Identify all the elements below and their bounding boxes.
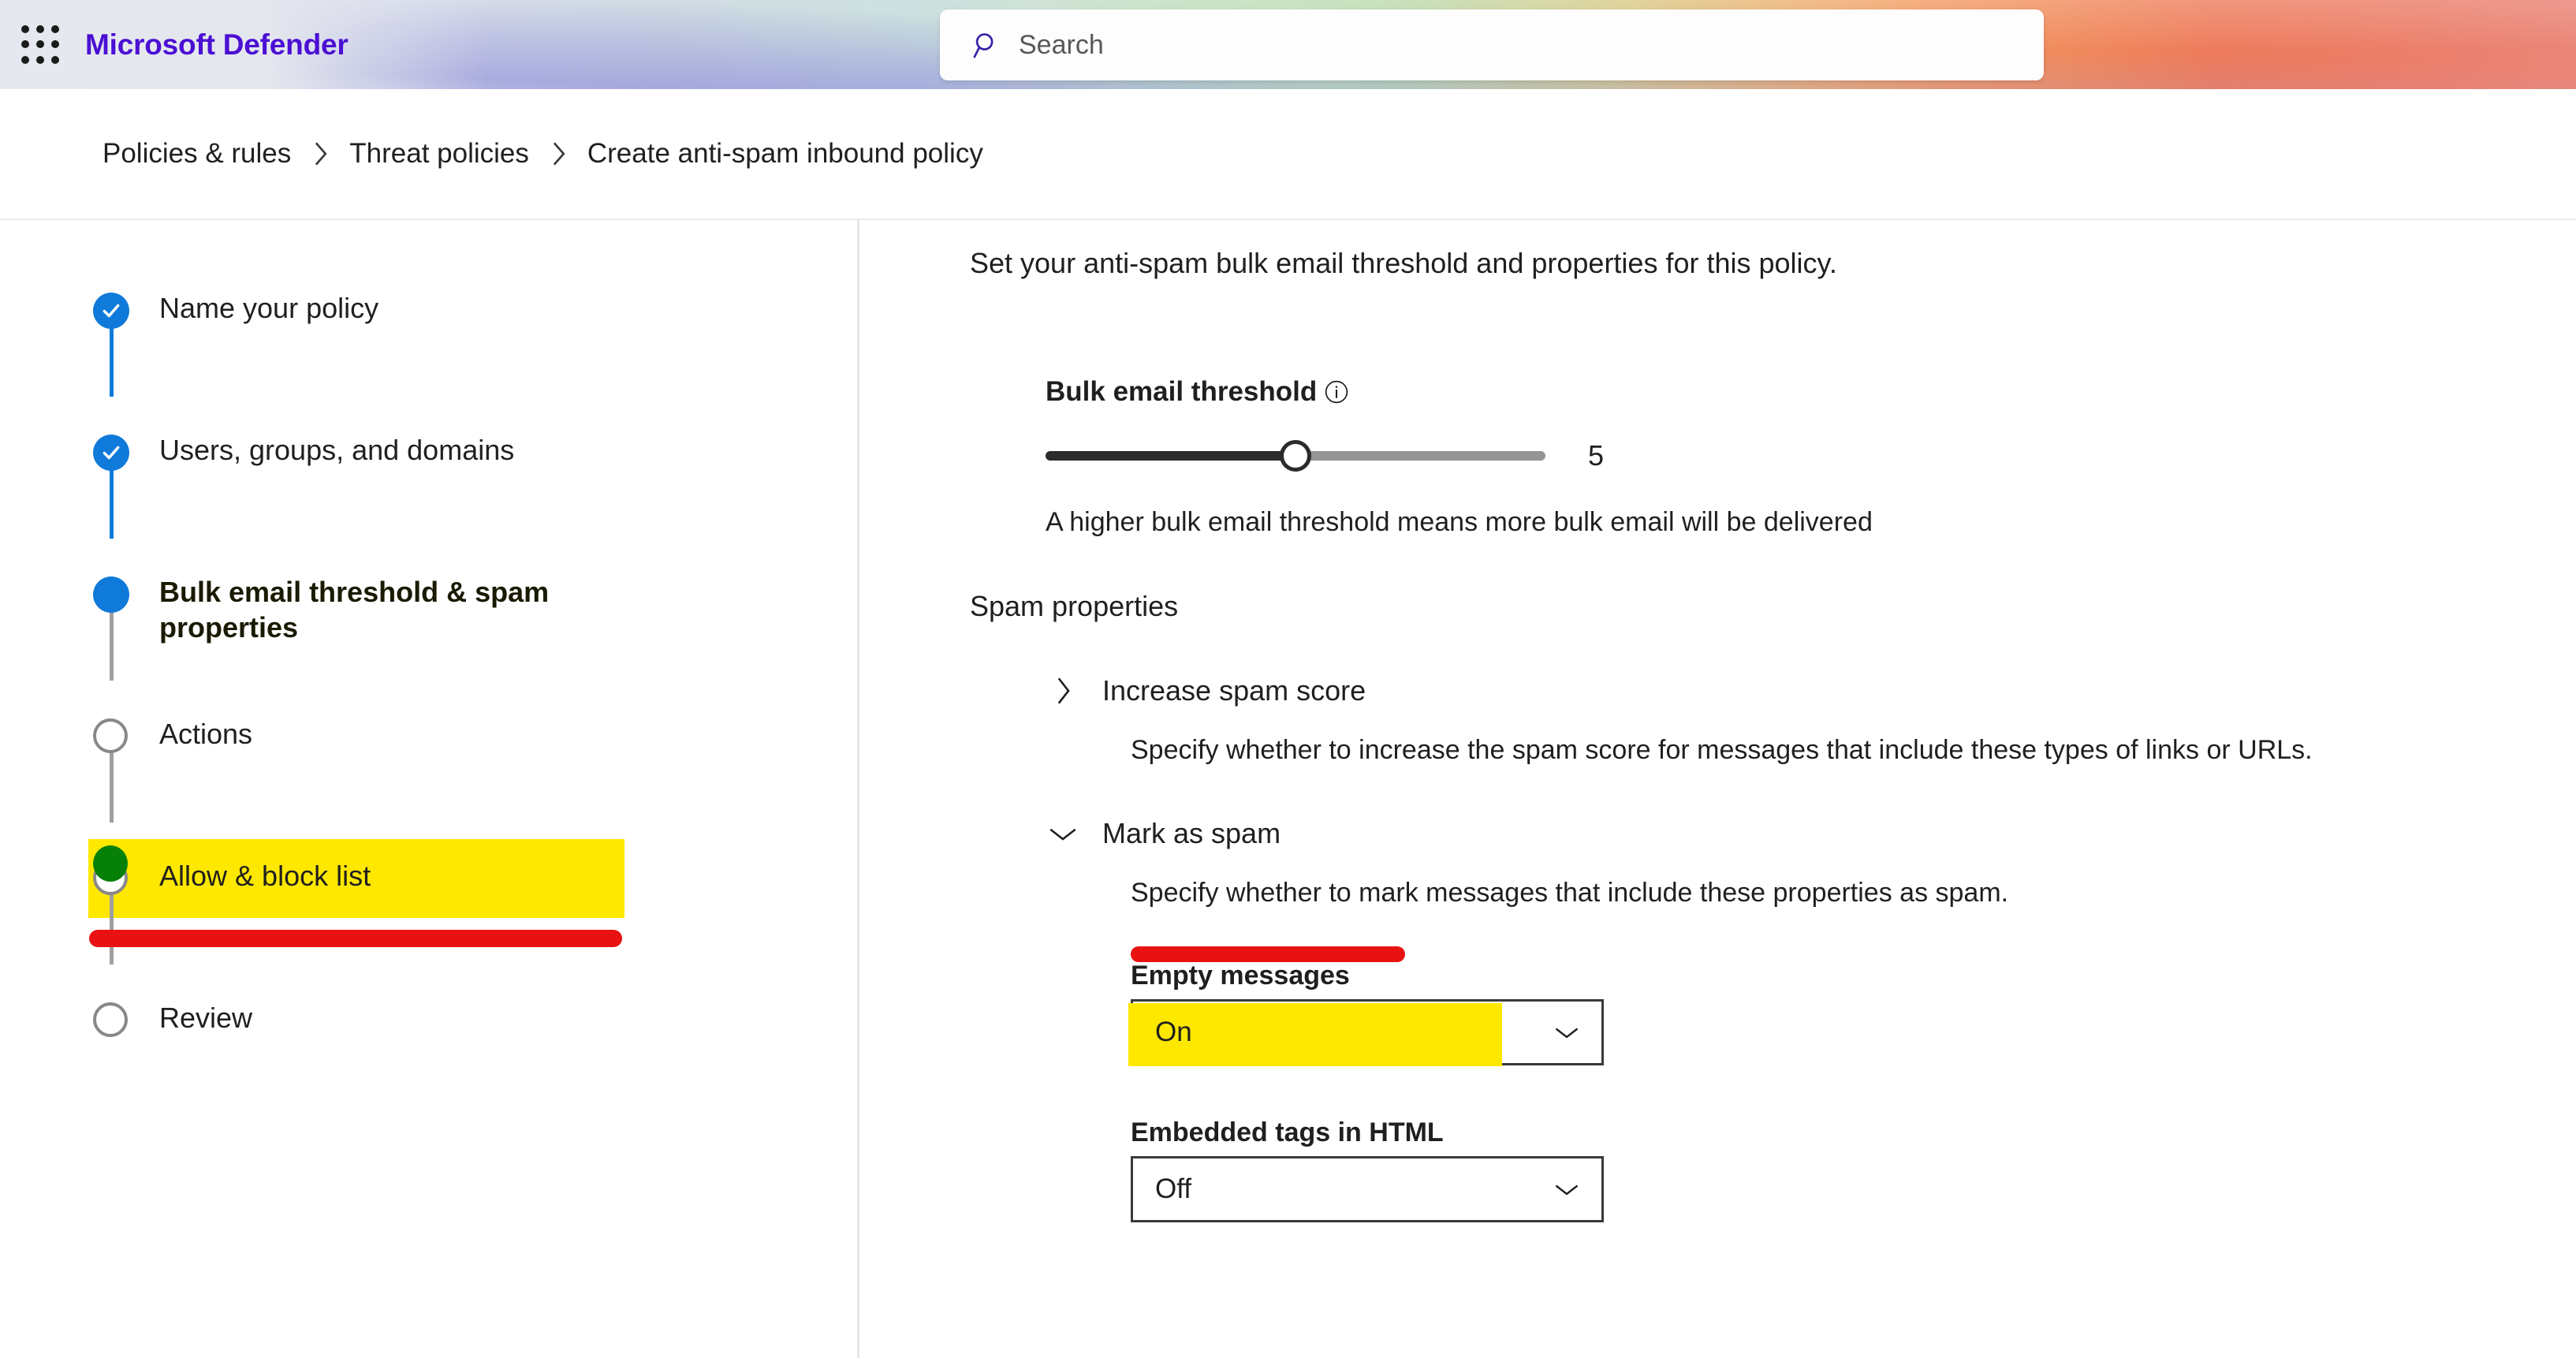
sidebar-item-label: Name your policy [159, 289, 378, 326]
accordion-increase-spam-score: Increase spam score Specify whether to i… [1046, 673, 2576, 766]
check-circle-icon [93, 293, 129, 329]
sidebar-item-users-groups-domains[interactable]: Users, groups, and domains [0, 431, 857, 573]
embedded-tags-dropdown[interactable]: Off [1131, 1156, 1604, 1222]
chevron-down-icon[interactable] [1553, 1018, 1581, 1046]
sidebar-item-label: Users, groups, and domains [159, 431, 514, 468]
bulk-email-threshold-slider[interactable] [1046, 451, 1545, 461]
accordion-mark-as-spam: Mark as spam Specify whether to mark mes… [1046, 816, 2576, 1222]
bulk-email-threshold-help-text: A higher bulk email threshold means more… [1046, 507, 2576, 538]
breadcrumb-item-threat-policies[interactable]: Threat policies [349, 138, 529, 170]
step-connector [110, 752, 114, 823]
breadcrumb-item-current-page: Create anti-spam inbound policy [587, 138, 983, 170]
chevron-right-icon[interactable] [1046, 673, 1080, 708]
brand-title[interactable]: Microsoft Defender [85, 28, 349, 62]
sidebar-item-allow-block-list[interactable]: Allow & block list [0, 857, 857, 999]
breadcrumb: Policies & rules Threat policies Create … [0, 89, 2576, 220]
step-connector [110, 326, 114, 397]
sidebar-item-label: Bulk email threshold & spam properties [159, 573, 632, 645]
sidebar-item-review[interactable]: Review [0, 999, 857, 1141]
step-connector [110, 468, 114, 539]
empty-messages-value: On [1155, 1017, 1192, 1048]
main-content: Set your anti-spam bulk email threshold … [859, 220, 2576, 1358]
accordion-title: Increase spam score [1102, 674, 1366, 707]
sidebar-item-actions[interactable]: Actions [0, 715, 857, 857]
info-circle-icon[interactable] [1323, 379, 1350, 405]
bulk-email-threshold-label-row: Bulk email threshold [1046, 376, 2576, 408]
annotation-current-step-marker [93, 845, 128, 882]
chevron-down-icon[interactable] [1046, 816, 1080, 851]
search-icon [971, 30, 1001, 60]
empty-messages-label: Empty messages [1131, 961, 2576, 991]
empty-circle-icon [93, 1002, 129, 1039]
accordion-description: Specify whether to increase the spam sco… [1131, 735, 2576, 766]
bulk-email-threshold-group: Bulk email threshold 5 A higher b [1046, 376, 2576, 538]
accordion-title: Mark as spam [1102, 817, 1281, 850]
sidebar-item-label: Allow & block list [159, 857, 371, 894]
search-input[interactable] [1019, 30, 2025, 61]
spam-properties-section-title: Spam properties [970, 590, 2576, 623]
empty-circle-icon [93, 718, 129, 755]
chevron-right-icon [550, 140, 567, 167]
field-empty-messages: Empty messages On [1131, 961, 2576, 1065]
accordion-header-mark-as-spam[interactable]: Mark as spam [1046, 816, 2576, 851]
page-body: Name your policy Users, groups, and doma… [0, 220, 2576, 1358]
step-connector [110, 894, 114, 964]
annotation-underline-current-step [89, 930, 622, 947]
sidebar-item-label: Actions [159, 715, 252, 752]
bulk-email-threshold-value: 5 [1588, 439, 1604, 472]
embedded-tags-value: Off [1155, 1173, 1191, 1205]
step-connector [110, 610, 114, 681]
sidebar-item-bulk-email-threshold-spam-properties[interactable]: Bulk email threshold & spam properties [0, 573, 857, 715]
empty-messages-dropdown[interactable]: On [1131, 999, 1604, 1065]
field-embedded-tags-in-html: Embedded tags in HTML Off [1131, 1117, 2576, 1222]
app-launcher-icon[interactable] [17, 22, 63, 68]
bulk-email-threshold-slider-row: 5 [1046, 439, 2576, 472]
current-step-dot-icon [93, 576, 129, 613]
sidebar-item-name-your-policy[interactable]: Name your policy [0, 289, 857, 431]
chevron-down-icon[interactable] [1553, 1175, 1581, 1203]
search-box[interactable] [940, 9, 2044, 80]
app-header: Microsoft Defender [0, 0, 2576, 89]
page-intro-text: Set your anti-spam bulk email threshold … [970, 247, 2576, 280]
slider-thumb[interactable] [1280, 440, 1311, 472]
check-circle-icon [93, 435, 129, 471]
accordion-header-increase-spam-score[interactable]: Increase spam score [1046, 673, 2576, 708]
wizard-stepper: Name your policy Users, groups, and doma… [0, 220, 859, 1358]
embedded-tags-label: Embedded tags in HTML [1131, 1117, 2576, 1148]
chevron-right-icon [311, 140, 329, 167]
breadcrumb-item-policies-rules[interactable]: Policies & rules [103, 138, 291, 170]
accordion-description: Specify whether to mark messages that in… [1131, 878, 2576, 908]
annotation-underline-empty-messages [1131, 946, 1405, 962]
slider-fill [1046, 451, 1295, 461]
sidebar-item-label: Review [159, 999, 252, 1035]
bulk-email-threshold-label: Bulk email threshold [1046, 376, 1317, 408]
